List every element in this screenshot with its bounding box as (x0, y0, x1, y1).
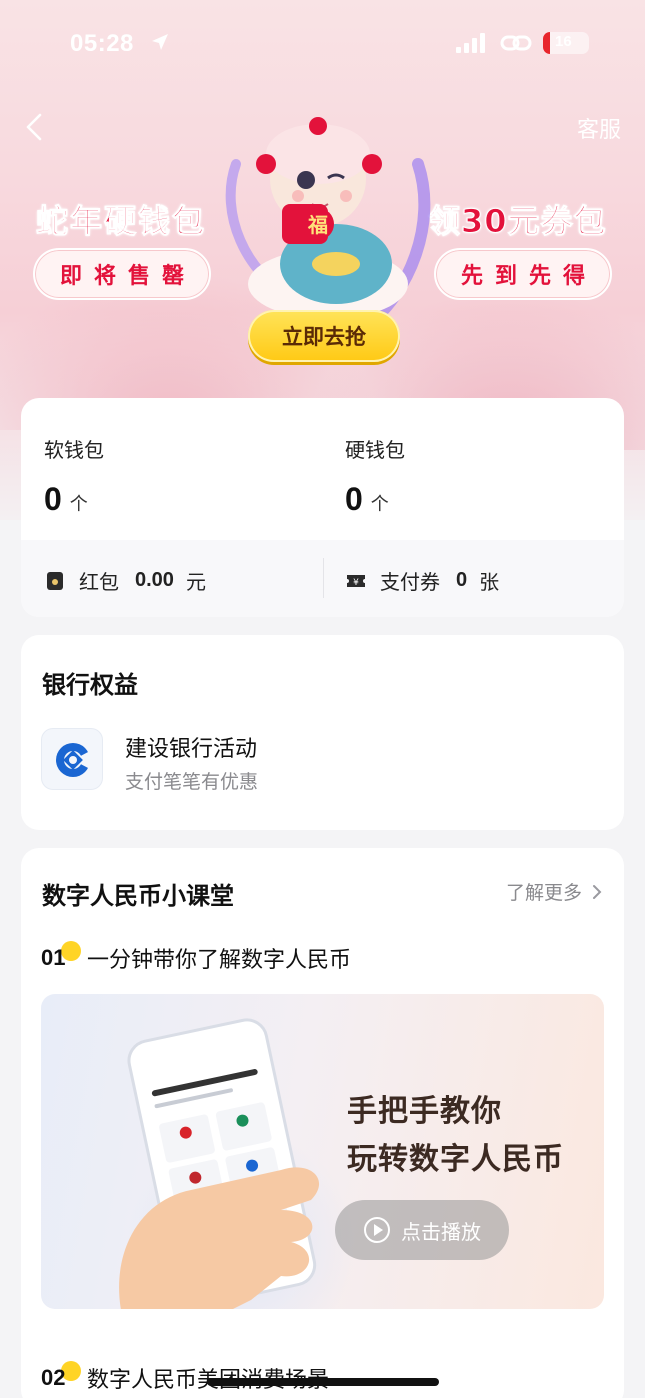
grab-now-button[interactable]: 立即去抢 (248, 310, 400, 362)
promo-left-title: 蛇年硬钱包 (35, 202, 207, 241)
learn-more-label: 了解更多 (505, 882, 582, 904)
divider (323, 558, 324, 598)
cellular-signal-icon (456, 33, 485, 53)
snake-mascot-illustration: 福 (225, 117, 431, 330)
bank-rights-card: 银行权益 建设银行活动 支付笔笔有优惠 (21, 635, 624, 830)
learn-more-link[interactable]: 了解更多 (506, 878, 602, 905)
soft-wallet-label: 软钱包 (44, 438, 104, 462)
red-packet-value: 0.00 (135, 569, 174, 591)
video-headline-line1: 手把手教你 (347, 1094, 502, 1129)
home-indicator (207, 1378, 439, 1386)
lesson-title: 一分钟带你了解数字人民币 (87, 948, 352, 973)
red-packet-unit: 元 (185, 570, 206, 594)
soft-wallet-count: 0 (44, 481, 62, 517)
svg-text:¥: ¥ (353, 578, 359, 588)
wallet-summary-card: 软钱包 0 个 硬钱包 0 个 红包 0.00 元 ¥ 支付券 0 张 (21, 398, 624, 617)
bank-rights-title: 银行权益 (42, 671, 138, 699)
coupon-label: 支付券 (380, 570, 440, 594)
hard-wallet[interactable]: 硬钱包 0 个 (345, 434, 405, 518)
play-icon (364, 1217, 390, 1243)
play-button[interactable]: 点击播放 (335, 1200, 509, 1260)
coupon-value: 0 (456, 569, 468, 591)
hard-wallet-label: 硬钱包 (345, 438, 405, 462)
bank-activity-desc: 支付笔笔有优惠 (125, 771, 259, 793)
red-packet-entry[interactable]: 红包 0.00 元 (45, 566, 206, 595)
customer-service-button[interactable]: 客服 (577, 112, 621, 144)
coupon-unit: 张 (479, 570, 500, 594)
location-arrow-icon (152, 34, 168, 50)
red-packet-label: 红包 (79, 570, 119, 594)
status-time: 05:28 (70, 30, 134, 57)
chevron-left-icon[interactable] (22, 112, 46, 142)
video-thumbnail[interactable]: 手把手教你 玩转数字人民币 点击播放 (41, 994, 604, 1309)
ccb-logo-icon (41, 728, 103, 790)
soft-wallet-unit: 个 (69, 494, 88, 515)
chevron-right-icon (593, 884, 602, 899)
lesson-number: 01 (41, 941, 87, 971)
hard-wallet-count: 0 (345, 481, 363, 517)
soft-wallet[interactable]: 软钱包 0 个 (44, 434, 104, 518)
coupon-entry[interactable]: ¥ 支付券 0 张 (346, 566, 499, 595)
status-bar: 05:28 16 (0, 24, 645, 68)
battery-indicator: 16 (543, 32, 589, 54)
coupon-ticket-icon: ¥ (347, 574, 365, 588)
hard-wallet-unit: 个 (370, 494, 389, 515)
play-button-label: 点击播放 (401, 1219, 481, 1244)
promo-right-pill: 先到先得 (434, 248, 612, 300)
bank-activity-name: 建设银行活动 (125, 737, 258, 762)
digital-class-card: 数字人民币小课堂 了解更多 01 一分钟带你了解数字人民币 手把手教你 玩转数字… (21, 848, 624, 1398)
phone-in-hand-illustration (119, 1018, 320, 1309)
fu-badge: 福 (307, 213, 328, 237)
promo-right-title: 领30元券包 (428, 202, 607, 241)
lesson-number: 02 (41, 1361, 87, 1391)
link-icon (500, 35, 532, 51)
video-headline-line2: 玩转数字人民币 (347, 1142, 564, 1177)
battery-level: 16 (555, 33, 572, 50)
digital-class-title: 数字人民币小课堂 (42, 882, 234, 910)
promo-left-pill: 即将售罄 (33, 248, 211, 300)
battery-fill (543, 32, 551, 54)
red-packet-icon (47, 571, 63, 590)
lesson-item[interactable]: 01 一分钟带你了解数字人民币 (41, 941, 352, 974)
wallet-assets-bar: 红包 0.00 元 ¥ 支付券 0 张 (21, 540, 624, 617)
